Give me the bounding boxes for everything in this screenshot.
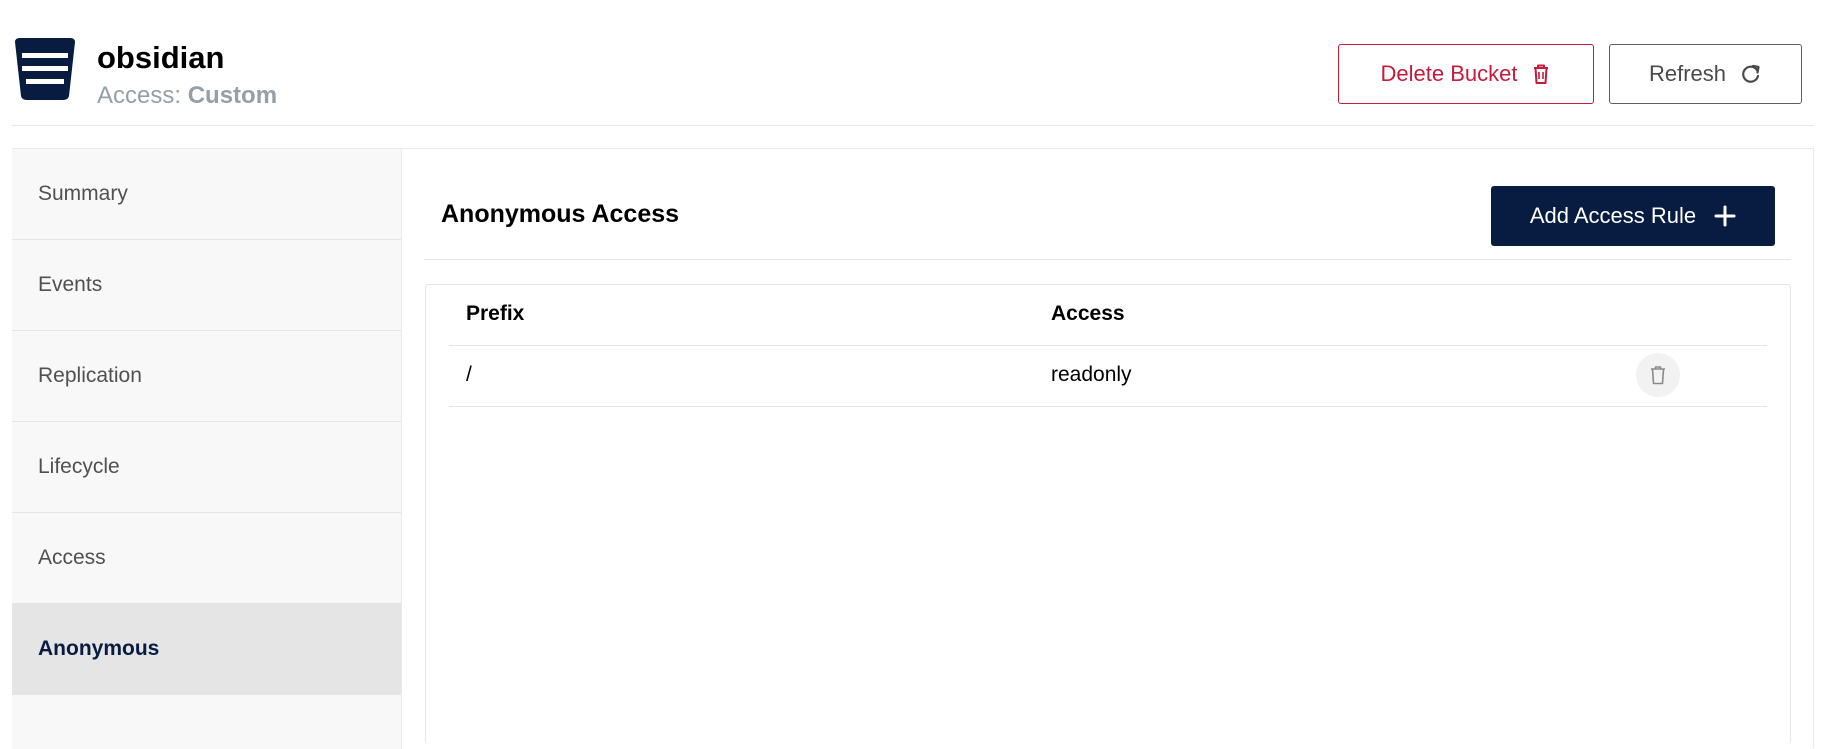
trash-icon <box>1651 366 1665 385</box>
table-row-divider <box>449 406 1767 407</box>
row-delete-button[interactable] <box>1636 353 1680 397</box>
trash-icon <box>1534 64 1549 84</box>
column-header-prefix[interactable]: Prefix <box>466 302 524 326</box>
delete-bucket-label: Delete Bucket <box>1380 61 1518 86</box>
bucket-access-value: Custom <box>187 82 278 109</box>
delete-bucket-button[interactable]: Delete Bucket <box>1338 44 1594 104</box>
add-access-rule-button[interactable]: Add Access Rule <box>1491 186 1775 246</box>
plus-icon <box>1714 205 1736 227</box>
refresh-button[interactable]: Refresh <box>1609 44 1802 104</box>
panel-title: Anonymous Access <box>441 200 680 228</box>
bucket-sidebar: Summary Events Replication Lifecycle Acc… <box>12 149 402 749</box>
table-header-divider <box>449 345 1767 346</box>
sidebar-item-replication[interactable]: Replication <box>12 331 401 422</box>
bucket-name: obsidian <box>97 40 225 75</box>
sidebar-item-events[interactable]: Events <box>12 240 401 331</box>
bucket-icon <box>15 38 75 100</box>
add-access-rule-label: Add Access Rule <box>1529 203 1697 228</box>
refresh-label: Refresh <box>1648 61 1727 86</box>
sidebar-item-lifecycle[interactable]: Lifecycle <box>12 422 401 513</box>
panel-divider <box>424 259 1791 260</box>
row-prefix-cell: / <box>466 363 472 386</box>
row-access-cell: readonly <box>1051 363 1132 386</box>
refresh-icon <box>1742 64 1760 83</box>
access-rules-table <box>425 284 1791 744</box>
bucket-access-label: Access: <box>97 82 182 109</box>
sidebar-item-access[interactable]: Access <box>12 513 401 604</box>
sidebar-item-summary[interactable]: Summary <box>12 149 401 240</box>
column-header-access[interactable]: Access <box>1051 302 1125 326</box>
sidebar-item-anonymous[interactable]: Anonymous <box>12 604 401 695</box>
bucket-access: Access: Custom <box>97 82 277 110</box>
